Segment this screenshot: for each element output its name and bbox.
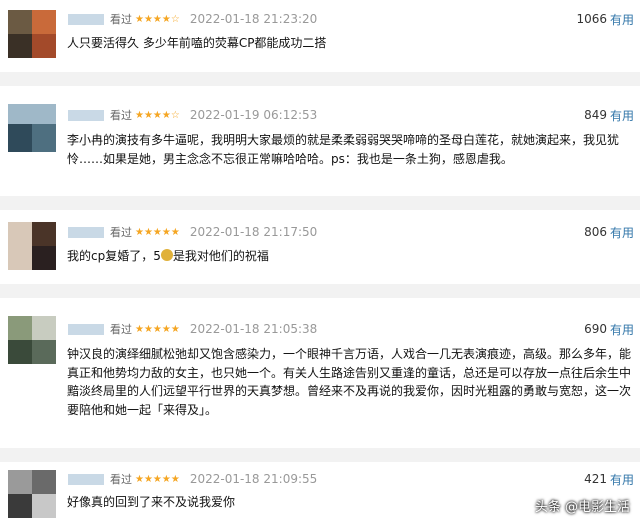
- useful-count: 1066: [576, 12, 607, 26]
- seen-label: 看过: [110, 323, 132, 336]
- review-text-part: 我的cp复婚了，5: [67, 249, 161, 263]
- review-time: 2022-01-18 21:23:20: [189, 12, 318, 26]
- username-blurred[interactable]: [68, 323, 104, 335]
- review-text: 我的cp复婚了，5 是我对他们的祝福: [67, 247, 632, 266]
- avatar[interactable]: [8, 316, 56, 364]
- avatar-pixel: [32, 340, 56, 364]
- review-meta: 看过 ★★★★★ 2022-01-18 21:05:38: [68, 319, 317, 339]
- rating-stars: ★★★★☆: [135, 109, 180, 121]
- review-meta: 看过 ★★★★★ 2022-01-18 21:09:55: [68, 469, 317, 489]
- divider: [0, 284, 640, 298]
- useful-count: 849: [584, 108, 607, 122]
- useful-vote[interactable]: 421 有用: [584, 469, 634, 489]
- username-blurred[interactable]: [68, 226, 104, 238]
- rating-stars: ★★★★★: [135, 473, 180, 485]
- review-time: 2022-01-18 21:17:50: [189, 225, 318, 239]
- useful-label[interactable]: 有用: [610, 224, 634, 241]
- avatar-pixel: [32, 10, 56, 34]
- avatar-pixel: [8, 10, 32, 34]
- review-meta: 看过 ★★★★☆ 2022-01-19 06:12:53: [68, 105, 317, 125]
- seen-label: 看过: [110, 109, 132, 122]
- useful-vote[interactable]: 806 有用: [584, 222, 634, 242]
- divider: [0, 448, 640, 462]
- avatar-pixel: [8, 104, 56, 124]
- avatar[interactable]: [8, 104, 56, 152]
- review-text: 李小冉的演技有多牛逼呢，我明明大家最烦的就是柔柔弱弱哭哭啼啼的圣母白莲花，就她演…: [67, 133, 620, 166]
- review-time: 2022-01-18 21:09:55: [189, 472, 318, 486]
- avatar-pixel: [32, 494, 56, 518]
- avatar[interactable]: [8, 470, 56, 518]
- emoji-icon: [160, 249, 173, 261]
- avatar-pixel: [32, 222, 56, 246]
- useful-vote[interactable]: 1066 有用: [576, 9, 634, 29]
- watermark: 头条 @电影生活: [534, 500, 630, 515]
- avatar-pixel: [8, 222, 32, 270]
- review-text: 人只要活得久 多少年前嗑的荧幕CP都能成功二搭: [67, 36, 327, 50]
- divider: [0, 196, 640, 210]
- useful-count: 806: [584, 225, 607, 239]
- avatar-pixel: [8, 124, 32, 152]
- review-text-part: 是我对他们的祝福: [172, 249, 269, 263]
- useful-label[interactable]: 有用: [610, 11, 634, 28]
- avatar-pixel: [32, 316, 56, 340]
- avatar-pixel: [8, 470, 32, 494]
- review-time: 2022-01-19 06:12:53: [189, 108, 318, 122]
- username-blurred[interactable]: [68, 13, 104, 25]
- useful-count: 690: [584, 322, 607, 336]
- useful-label[interactable]: 有用: [610, 107, 634, 124]
- review-text: 钟汉良的演绎细腻松弛却又饱含感染力，一个眼神千言万语，人戏合一几无表演痕迹，高级…: [67, 347, 632, 417]
- seen-label: 看过: [110, 13, 132, 26]
- username-blurred[interactable]: [68, 109, 104, 121]
- avatar-pixel: [8, 34, 32, 58]
- useful-label[interactable]: 有用: [610, 471, 634, 488]
- avatar-pixel: [8, 494, 32, 518]
- avatar-pixel: [32, 124, 56, 152]
- rating-stars: ★★★★☆: [135, 13, 180, 25]
- seen-label: 看过: [110, 473, 132, 486]
- username-blurred[interactable]: [68, 473, 104, 485]
- useful-count: 421: [584, 472, 607, 486]
- avatar-pixel: [8, 340, 32, 364]
- review-meta: 看过 ★★★★☆ 2022-01-18 21:23:20: [68, 9, 317, 29]
- seen-label: 看过: [110, 226, 132, 239]
- avatar-pixel: [8, 316, 32, 340]
- review-time: 2022-01-18 21:05:38: [189, 322, 318, 336]
- avatar-pixel: [32, 34, 56, 58]
- review-meta: 看过 ★★★★★ 2022-01-18 21:17:50: [68, 222, 317, 242]
- rating-stars: ★★★★★: [135, 323, 180, 335]
- avatar-pixel: [32, 470, 56, 494]
- useful-vote[interactable]: 849 有用: [584, 105, 634, 125]
- useful-label[interactable]: 有用: [610, 321, 634, 338]
- divider: [0, 72, 640, 86]
- avatar[interactable]: [8, 222, 56, 270]
- rating-stars: ★★★★★: [135, 226, 180, 238]
- avatar-pixel: [32, 246, 56, 270]
- useful-vote[interactable]: 690 有用: [584, 319, 634, 339]
- avatar[interactable]: [8, 10, 56, 58]
